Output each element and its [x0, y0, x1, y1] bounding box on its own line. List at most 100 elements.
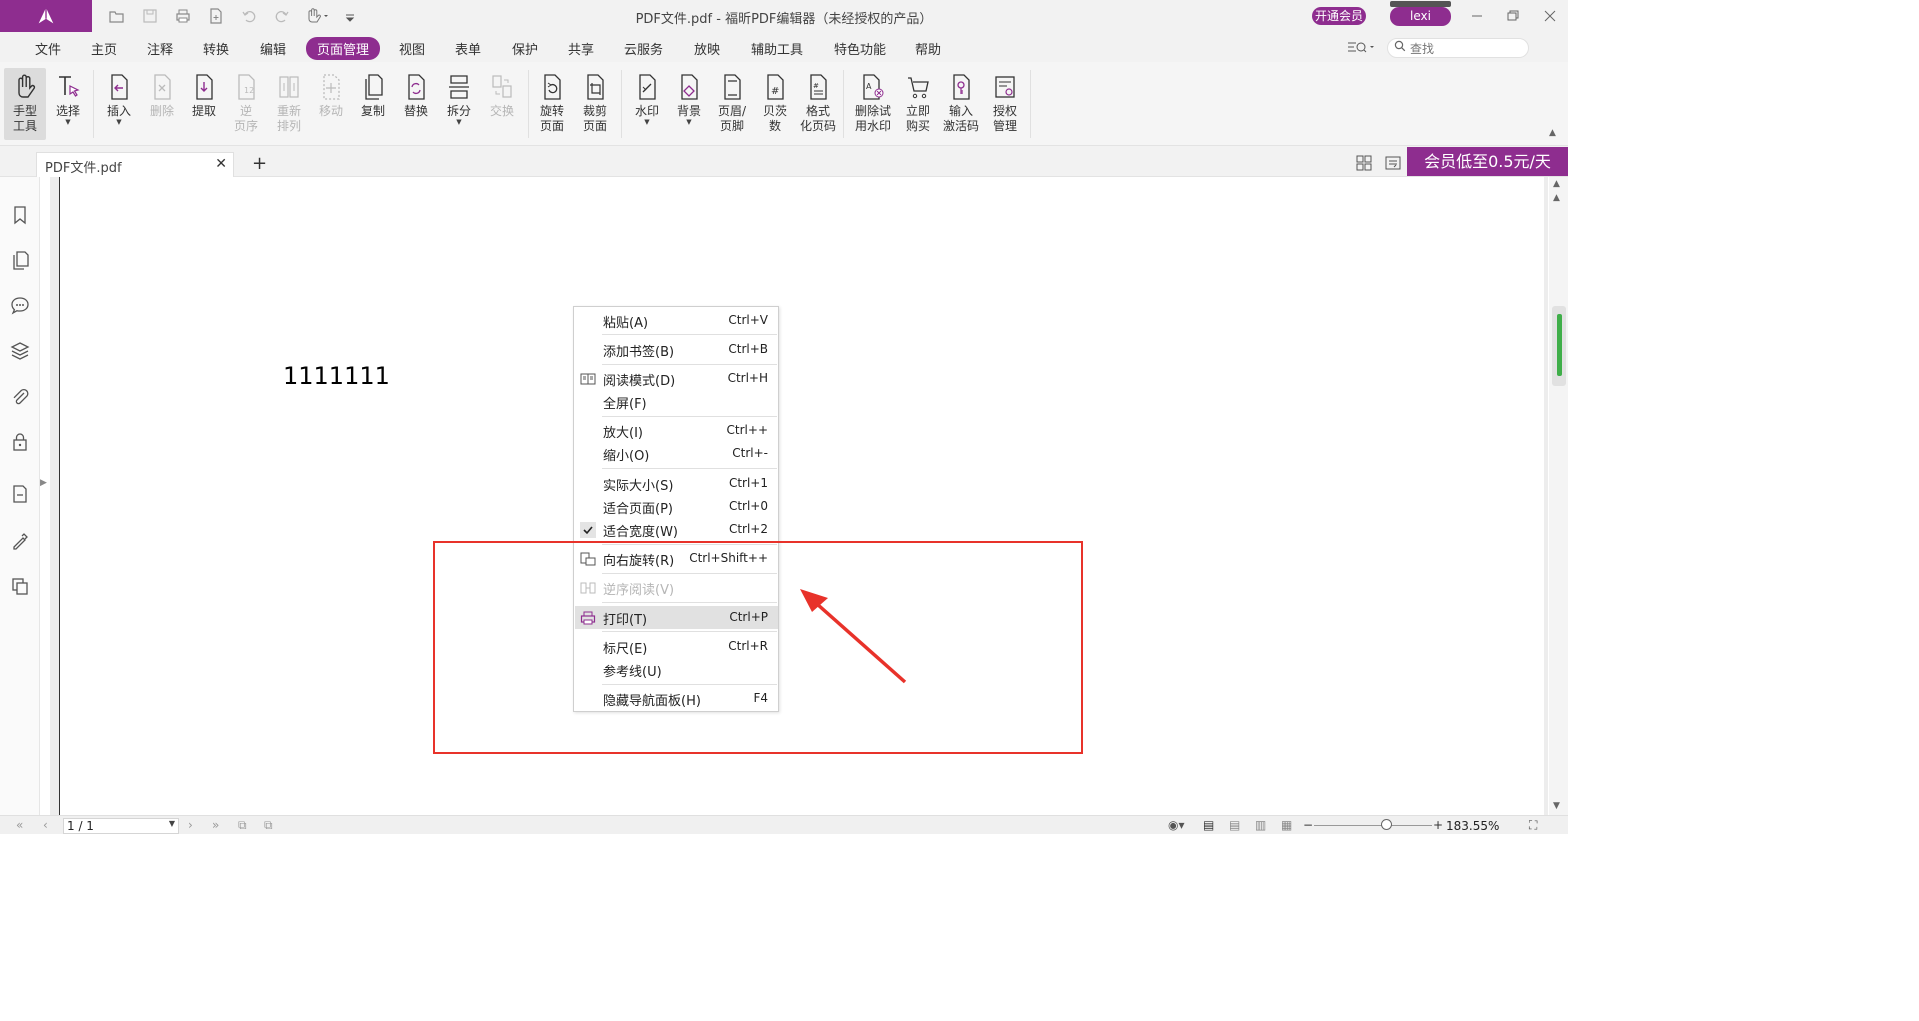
app-logo[interactable] [0, 0, 92, 32]
menu-form[interactable]: 表单 [455, 39, 481, 58]
menu-home[interactable]: 主页 [91, 39, 117, 58]
license-management-button[interactable]: 授权 管理 [985, 68, 1025, 140]
document-list-icon[interactable] [1385, 155, 1401, 175]
document-tab[interactable]: PDF文件.pdf ✕ [36, 152, 234, 177]
menu-protect[interactable]: 保护 [512, 39, 538, 58]
vertical-scrollbar[interactable]: ▲ ▲ ▼ [1549, 177, 1568, 815]
crop-page-button[interactable]: 裁剪 页面 [575, 68, 615, 140]
previous-view-icon[interactable]: ⧉ [238, 818, 247, 833]
close-window-button[interactable] [1536, 6, 1564, 26]
comments-icon[interactable] [9, 294, 31, 316]
menu-accessibility-tools[interactable]: 辅助工具 [751, 39, 803, 58]
expand-panel-icon[interactable]: ▶ [40, 478, 50, 492]
menu-featured[interactable]: 特色功能 [834, 39, 886, 58]
remove-trial-watermark-button[interactable]: A 删除试 用水印 [852, 68, 894, 140]
fullscreen-icon[interactable]: ⛶ [1529, 818, 1537, 833]
menu-item-zoom-in[interactable]: 放大(I) Ctrl++ [575, 419, 778, 442]
rotate-page-button[interactable]: 旋转 页面 [532, 68, 572, 140]
enter-activation-code-button[interactable]: 输入 激活码 [941, 68, 981, 140]
menu-convert[interactable]: 转换 [203, 39, 229, 58]
page-number-field[interactable]: 1 / 1 ▼ [63, 818, 179, 834]
insert-page-button[interactable]: 插入 ▼ [99, 68, 139, 140]
zoom-slider[interactable] [1314, 825, 1432, 826]
restore-button[interactable] [1499, 6, 1527, 26]
scroll-up-icon[interactable]: ▲ [1553, 179, 1560, 189]
menu-item-fit-width[interactable]: 适合宽度(W) Ctrl+2 [575, 518, 778, 541]
reverse-order-button[interactable]: 12 逆 页序 [226, 68, 266, 140]
copy-page-button[interactable]: 复制 [353, 68, 393, 140]
open-vip-button[interactable]: 开通会员 [1312, 7, 1366, 25]
continuous-view-icon[interactable]: ▤ [1229, 818, 1240, 832]
single-page-view-icon[interactable]: ▤ [1203, 818, 1214, 832]
format-page-number-button[interactable]: # 格式 化页码 [797, 68, 839, 140]
menu-view[interactable]: 视图 [399, 39, 425, 58]
hand-tool-button[interactable]: 手型 工具 [4, 68, 46, 140]
print-quick-icon[interactable] [174, 7, 192, 25]
move-page-button[interactable]: 移动 [311, 68, 351, 140]
search-box[interactable] [1387, 38, 1529, 58]
scroll-up-icon[interactable]: ▲ [1553, 193, 1560, 203]
bates-number-button[interactable]: # 贝茨 数 [755, 68, 795, 140]
close-tab-icon[interactable]: ✕ [215, 156, 227, 172]
content-panel-icon[interactable] [9, 483, 31, 505]
menu-share[interactable]: 共享 [568, 39, 594, 58]
watermark-button[interactable]: 水印 ▼ [627, 68, 667, 140]
buy-now-button[interactable]: 立即 购买 [898, 68, 938, 140]
menu-item-zoom-out[interactable]: 缩小(O) Ctrl+- [575, 442, 778, 465]
next-page-icon[interactable]: › [188, 818, 193, 832]
page-thumbnails-icon[interactable] [9, 249, 31, 271]
background-button[interactable]: 背景 ▼ [669, 68, 709, 140]
menu-page-management[interactable]: 页面管理 [306, 37, 381, 60]
menu-file[interactable]: 文件 [35, 39, 61, 58]
menu-item-reading-mode[interactable]: 阅读模式(D) Ctrl+H [575, 367, 778, 390]
zoom-slider-handle[interactable] [1381, 819, 1392, 830]
tile-view-icon[interactable] [1356, 155, 1372, 175]
menu-help[interactable]: 帮助 [915, 39, 941, 58]
customize-quick-access-icon[interactable] [341, 7, 359, 25]
menu-comment[interactable]: 注释 [147, 39, 173, 58]
menu-edit[interactable]: 编辑 [260, 39, 286, 58]
extract-page-button[interactable]: 提取 [184, 68, 224, 140]
split-button[interactable]: 拆分 ▼ [439, 68, 479, 140]
select-button[interactable]: 选择 ▼ [48, 68, 88, 140]
redo-icon[interactable] [273, 7, 291, 25]
next-view-icon[interactable]: ⧉ [264, 818, 273, 833]
first-page-icon[interactable]: « [16, 818, 23, 832]
hand-dropdown-icon[interactable] [305, 7, 331, 25]
swap-button[interactable]: 交换 [482, 68, 522, 140]
zoom-in-icon[interactable]: + [1433, 818, 1443, 832]
user-account-button[interactable]: lexi [1390, 1, 1451, 26]
menu-item-add-bookmark[interactable]: 添加书签(B) Ctrl+B [575, 338, 778, 361]
security-lock-icon[interactable] [9, 431, 31, 453]
new-file-icon[interactable] [207, 7, 225, 25]
menu-item-fullscreen[interactable]: 全屏(F) [575, 390, 778, 413]
previous-page-icon[interactable]: ‹ [43, 818, 48, 832]
bookmark-icon[interactable] [9, 204, 31, 226]
continuous-facing-view-icon[interactable]: ▦ [1281, 818, 1292, 832]
menu-cloud[interactable]: 云服务 [624, 39, 663, 58]
last-page-icon[interactable]: » [212, 818, 219, 832]
open-file-icon[interactable] [108, 7, 126, 25]
zoom-out-icon[interactable]: − [1303, 818, 1313, 832]
layers-icon[interactable] [9, 340, 31, 362]
header-footer-button[interactable]: 页眉/ 页脚 [712, 68, 752, 140]
signature-icon[interactable] [9, 530, 31, 552]
promo-banner[interactable]: 会员低至0.5元/天 [1407, 147, 1568, 176]
menu-slideshow[interactable]: 放映 [694, 39, 720, 58]
new-tab-icon[interactable]: + [252, 153, 267, 174]
attachment-icon[interactable] [9, 386, 31, 408]
replace-page-button[interactable]: 替换 [396, 68, 436, 140]
menu-item-fit-page[interactable]: 适合页面(P) Ctrl+0 [575, 495, 778, 518]
scroll-down-icon[interactable]: ▼ [1553, 801, 1560, 811]
save-icon[interactable] [141, 7, 159, 25]
minimize-button[interactable] [1463, 6, 1491, 26]
collapse-ribbon-icon[interactable]: ▲ [1549, 128, 1556, 138]
display-options-icon[interactable] [1346, 40, 1376, 58]
search-input[interactable] [1410, 41, 1520, 56]
menu-item-paste[interactable]: 粘贴(A) Ctrl+V [575, 309, 778, 332]
scrollbar-thumb[interactable] [1552, 306, 1566, 386]
undo-icon[interactable] [240, 7, 258, 25]
eye-protection-icon[interactable]: ◉▾ [1168, 818, 1185, 832]
compare-documents-icon[interactable] [9, 575, 31, 597]
rearrange-button[interactable]: 重新 排列 [269, 68, 309, 140]
